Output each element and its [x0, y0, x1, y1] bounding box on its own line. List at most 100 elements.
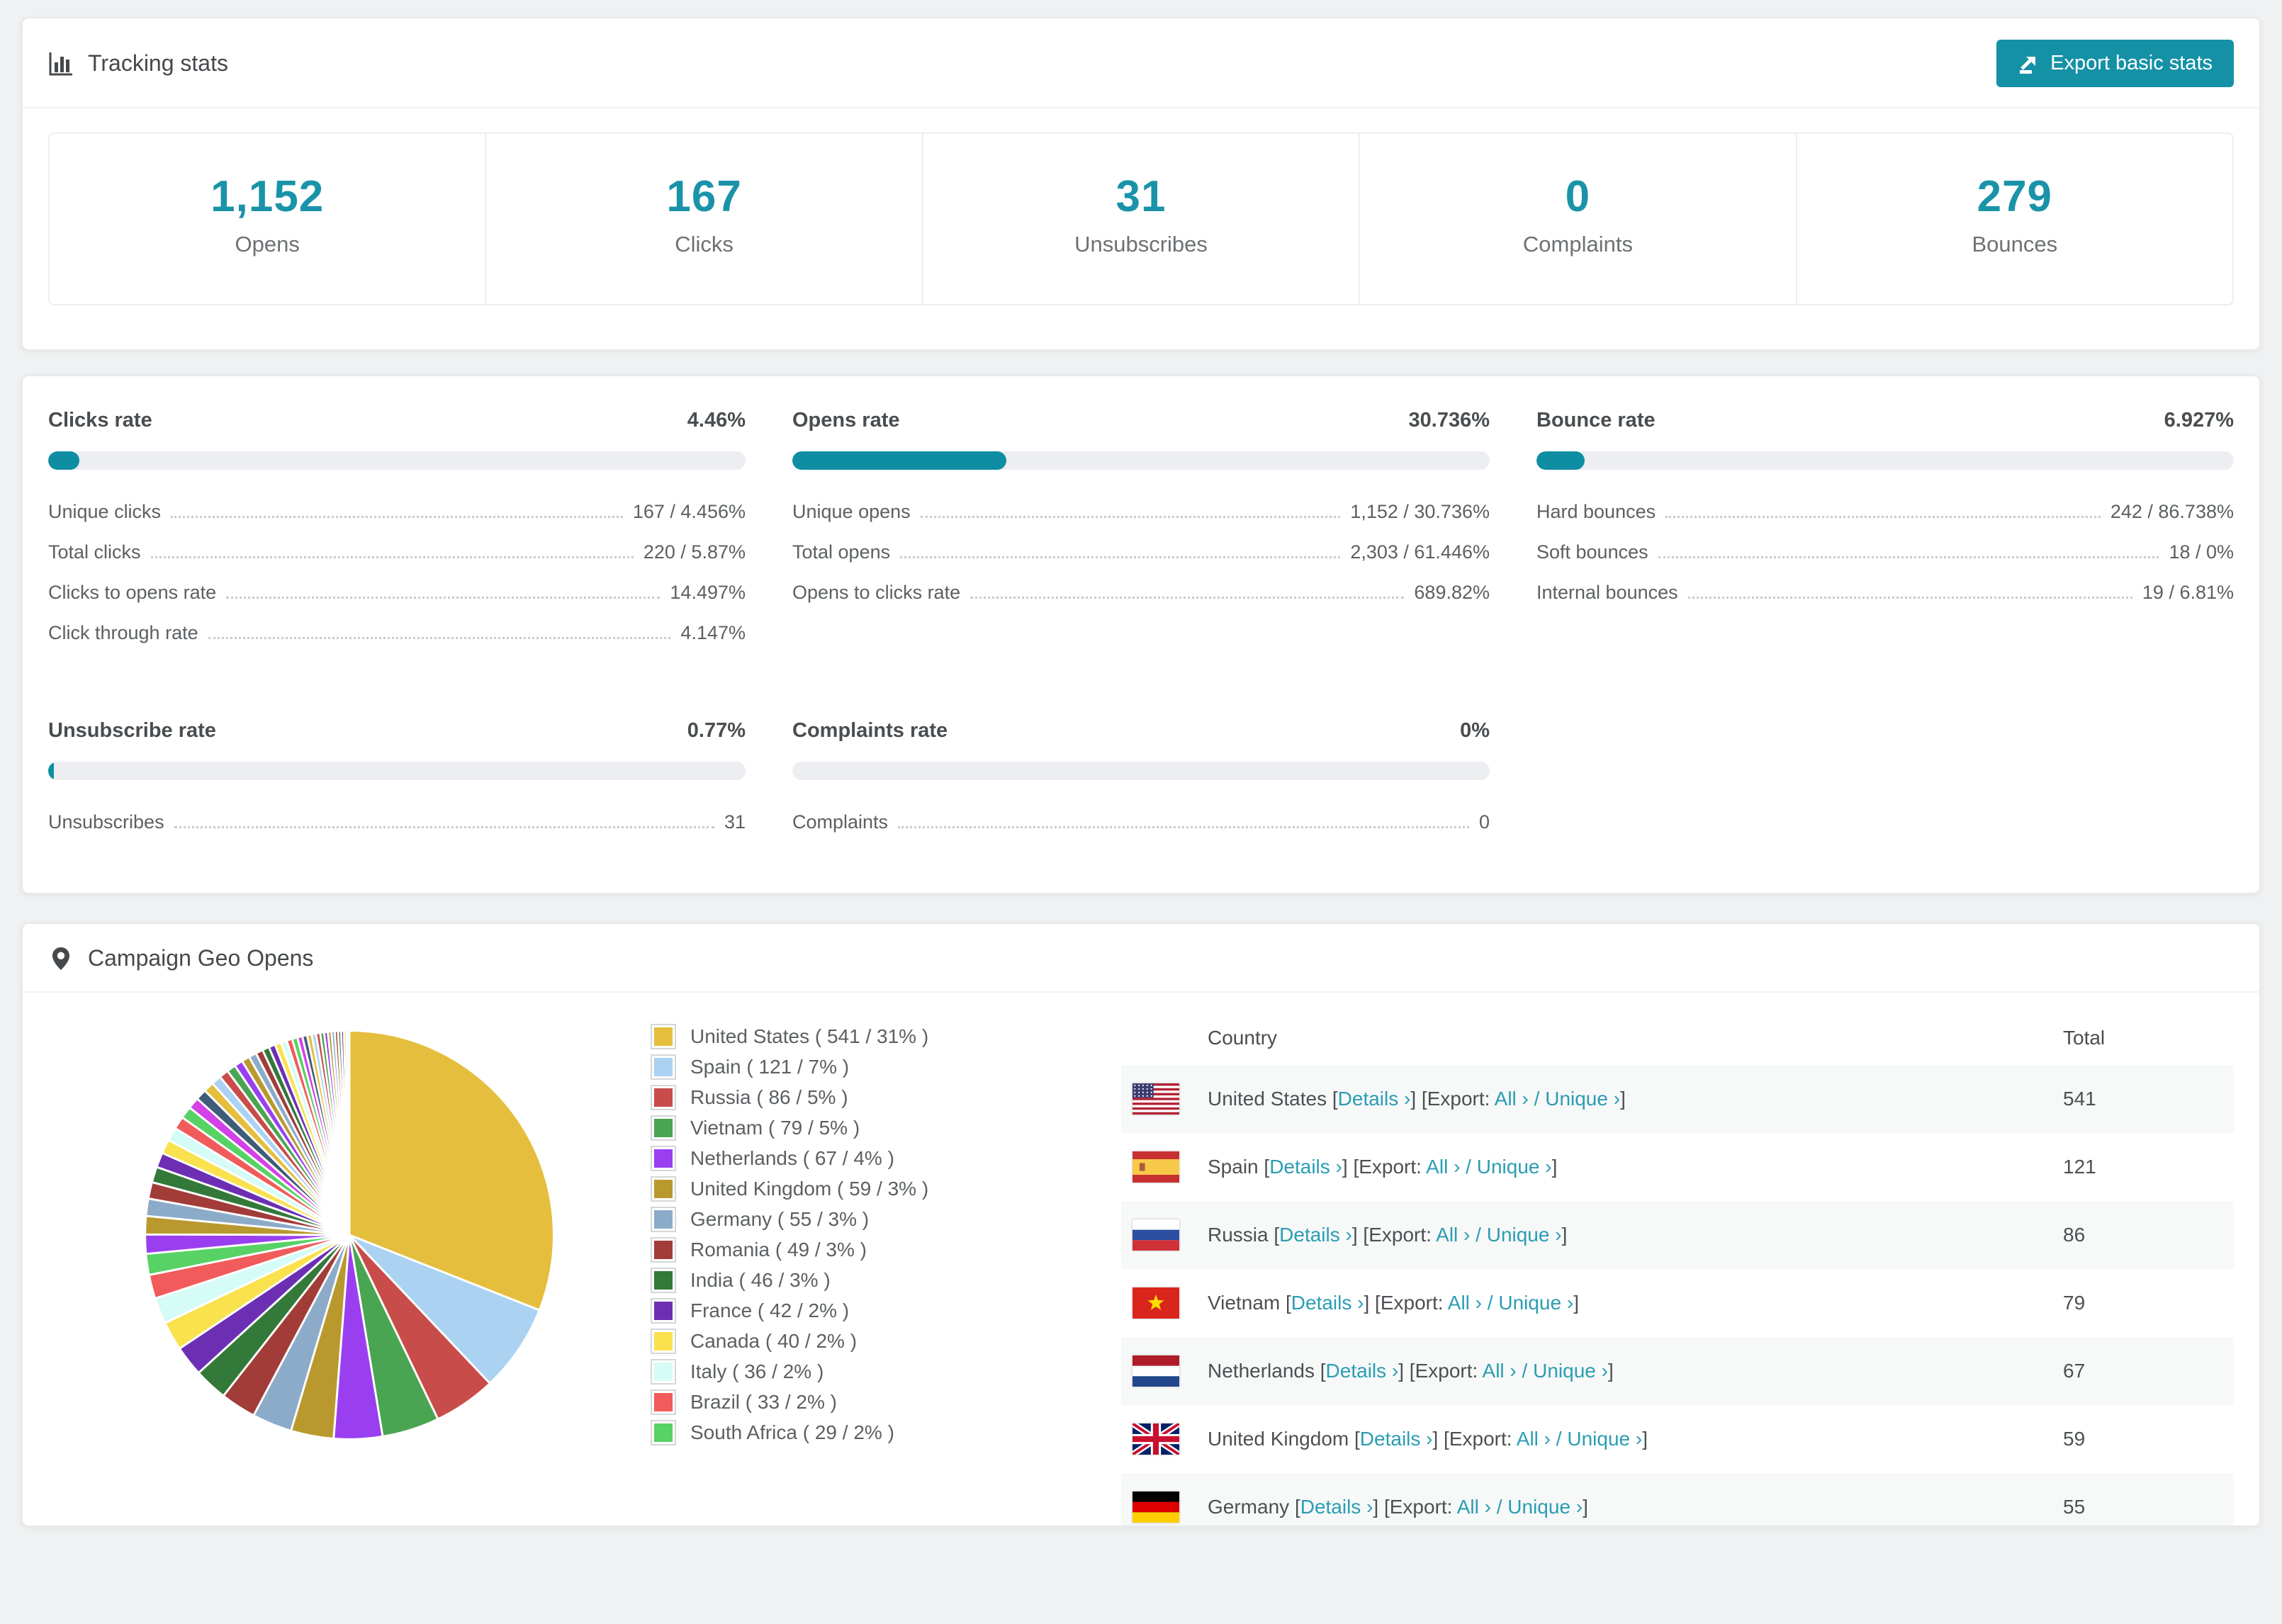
stat-value: 31	[1115, 172, 1167, 221]
dotted-leader	[920, 516, 1341, 518]
table-row-gb: United Kingdom [Details ›] [Export: All …	[1121, 1405, 2234, 1473]
export-basic-stats-button[interactable]: Export basic stats	[1996, 40, 2234, 87]
rate-row-value: 689.82%	[1414, 582, 1490, 603]
progress-fill	[48, 762, 54, 780]
page-title: Tracking stats	[88, 50, 228, 76]
details-link[interactable]: Details ›	[1360, 1428, 1433, 1450]
rate-row-label: Total clicks	[48, 541, 141, 563]
legend-item: Romania ( 49 / 3% )	[651, 1234, 1047, 1265]
rate-row-label: Internal bounces	[1536, 582, 1678, 603]
export-unique-link[interactable]: Unique ›	[1545, 1088, 1620, 1110]
total-value: 55	[2063, 1496, 2086, 1518]
stat-value: 279	[1977, 172, 2053, 221]
legend-swatch	[651, 1084, 676, 1110]
stat-label: Clicks	[675, 232, 734, 256]
rate-row-label: Total opens	[792, 541, 891, 563]
export-all-link[interactable]: All ›	[1495, 1088, 1529, 1110]
export-unique-link[interactable]: Unique ›	[1477, 1156, 1552, 1178]
rate-row: Total clicks 220 / 5.87%	[48, 541, 746, 582]
progress-fill	[48, 451, 79, 470]
rate-head: Complaints rate 0%	[792, 719, 1490, 743]
export-unique-link[interactable]: Unique ›	[1567, 1428, 1642, 1450]
stat-label: Complaints	[1522, 232, 1633, 256]
rate-row-label: Clicks to opens rate	[48, 582, 217, 603]
country-cell: United Kingdom [Details ›] [Export: All …	[1208, 1428, 2063, 1450]
export-all-link[interactable]: All ›	[1436, 1224, 1470, 1246]
dotted-leader	[171, 516, 623, 518]
stat-box-complaints: 0 Complaints	[1359, 134, 1795, 304]
details-link[interactable]: Details ›	[1338, 1088, 1411, 1110]
export-all-link[interactable]: All ›	[1426, 1156, 1460, 1178]
stat-value: 0	[1565, 172, 1591, 221]
details-link[interactable]: Details ›	[1326, 1360, 1399, 1382]
punctuation: [	[1332, 1088, 1338, 1110]
legend-item: Germany ( 55 / 3% )	[651, 1204, 1047, 1234]
rates-card: Clicks rate 4.46% Unique clicks 167 / 4.456…	[21, 375, 2261, 894]
rate-row: Hard bounces 242 / 86.738%	[1536, 501, 2234, 541]
tracking-stats-header: Tracking stats Export basic stats	[23, 18, 2259, 107]
legend-item: United States ( 541 / 31% )	[651, 1021, 1047, 1051]
rates-grid: Clicks rate 4.46% Unique clicks 167 / 4.456…	[48, 409, 2234, 852]
export-all-link[interactable]: All ›	[1457, 1496, 1491, 1518]
export-unique-link[interactable]: Unique ›	[1498, 1292, 1573, 1314]
punctuation: /	[1460, 1156, 1477, 1178]
export-all-link[interactable]: All ›	[1448, 1292, 1482, 1314]
country-column-header: Country	[1208, 1027, 1278, 1049]
punctuation: ]	[1642, 1428, 1648, 1450]
legend-swatch	[651, 1419, 676, 1445]
legend-item: Spain ( 121 / 7% )	[651, 1051, 1047, 1082]
progress-bar	[48, 451, 746, 470]
export-icon	[2020, 56, 2036, 74]
stat-box-unsubscribes: 31 Unsubscribes	[921, 134, 1359, 304]
tracking-stats-title: Tracking stats	[48, 50, 228, 77]
export-unique-link[interactable]: Unique ›	[1533, 1360, 1608, 1382]
rate-value: 30.736%	[1408, 409, 1490, 432]
country-name: United States	[1208, 1088, 1332, 1110]
legend-item: South Africa ( 29 / 2% )	[651, 1417, 1047, 1448]
export-unique-link[interactable]: Unique ›	[1487, 1224, 1562, 1246]
punctuation: ] [Export:	[1351, 1224, 1437, 1246]
details-link[interactable]: Details ›	[1269, 1156, 1342, 1178]
legend-swatch	[651, 1267, 676, 1293]
rate-rows: Unique opens 1,152 / 30.736% Total opens 2,…	[792, 501, 1490, 622]
punctuation: ] [Export:	[1398, 1360, 1483, 1382]
table-row-nl: Netherlands [Details ›] [Export: All › /…	[1121, 1337, 2234, 1405]
stat-label: Bounces	[1972, 232, 2058, 256]
export-all-link[interactable]: All ›	[1517, 1428, 1551, 1450]
rate-value: 0%	[1460, 719, 1490, 742]
details-link[interactable]: Details ›	[1300, 1496, 1373, 1518]
dotted-leader	[900, 556, 1341, 558]
table-row-de: Germany [Details ›] [Export: All › / Uni…	[1121, 1473, 2234, 1526]
total-value: 67	[2063, 1360, 2086, 1382]
table-row-ru: Russia [Details ›] [Export: All › / Uniq…	[1121, 1201, 2234, 1269]
tracking-stats-card: Tracking stats Export basic stats 1,152 O…	[21, 17, 2261, 351]
legend-swatch	[651, 1175, 676, 1202]
export-all-link[interactable]: All ›	[1483, 1360, 1517, 1382]
details-link[interactable]: Details ›	[1279, 1224, 1352, 1246]
country-flag-icon-gb	[1132, 1423, 1179, 1455]
legend-label: United States ( 541 / 31% )	[690, 1025, 929, 1047]
rate-title: Unsubscribe rate	[48, 719, 216, 742]
punctuation: ]	[1620, 1088, 1626, 1110]
country-name: Spain	[1208, 1156, 1264, 1178]
geo-pie-chart	[144, 1030, 555, 1440]
legend-item: France ( 42 / 2% )	[651, 1295, 1047, 1326]
legend-label: Germany ( 55 / 3% )	[690, 1207, 870, 1230]
total-value: 79	[2063, 1292, 2086, 1314]
legend-label: Canada ( 40 / 2% )	[690, 1329, 858, 1352]
export-unique-link[interactable]: Unique ›	[1507, 1496, 1583, 1518]
punctuation: [	[1320, 1360, 1326, 1382]
progress-bar	[792, 762, 1490, 780]
rate-row-value: 2,303 / 61.446%	[1350, 541, 1490, 563]
rate-row-value: 1,152 / 30.736%	[1350, 501, 1490, 522]
country-name: United Kingdom	[1208, 1428, 1355, 1450]
rate-value: 0.77%	[687, 719, 746, 742]
legend-item: Canada ( 40 / 2% )	[651, 1326, 1047, 1356]
country-flag-icon-vn	[1132, 1287, 1179, 1319]
punctuation: /	[1470, 1224, 1487, 1246]
rate-row: Soft bounces 18 / 0%	[1536, 541, 2234, 582]
dotted-leader	[150, 556, 634, 558]
rate-row: Unique clicks 167 / 4.456%	[48, 501, 746, 541]
rate-row: Unique opens 1,152 / 30.736%	[792, 501, 1490, 541]
details-link[interactable]: Details ›	[1291, 1292, 1364, 1314]
